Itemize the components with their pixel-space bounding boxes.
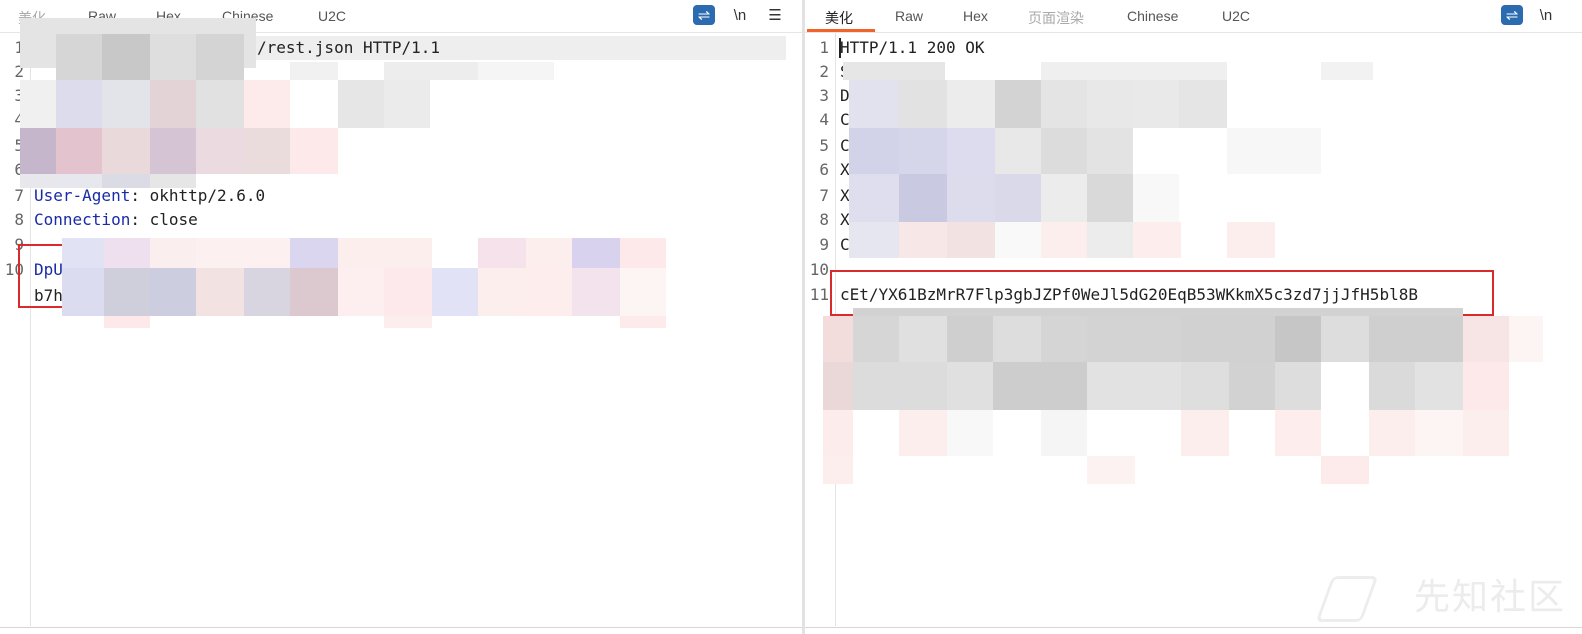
line-number: 5 — [819, 136, 829, 155]
line-number: 11 — [809, 285, 829, 304]
tab-u2c[interactable]: U2C — [1222, 8, 1250, 24]
tab-hex[interactable]: Hex — [963, 8, 988, 24]
menu-icon[interactable]: ☰ — [764, 5, 786, 25]
pane-bottom-border — [805, 627, 1582, 628]
response-pane: 美化 Raw Hex 页面渲染 Chinese U2C ⇌ \n 1 2 3 4… — [805, 0, 1582, 634]
wrap-lines-icon[interactable]: ⇌ — [1501, 5, 1523, 25]
header-key: Connection — [34, 210, 131, 229]
newline-toggle-button[interactable]: \n — [729, 5, 751, 25]
line-number: 2 — [819, 62, 829, 81]
tab-chinese[interactable]: Chinese — [1127, 8, 1178, 24]
line-number: 7 — [819, 186, 829, 205]
header-value: : close — [130, 210, 198, 229]
request-pane: 美化 Raw Hex Chinese U2C ⇌ \n ☰ 1 2 3 4 5 … — [0, 0, 802, 634]
line-number: 3 — [819, 86, 829, 105]
active-tab-indicator — [807, 29, 875, 32]
tab-u2c[interactable]: U2C — [318, 8, 346, 24]
line-number: 8 — [819, 210, 829, 229]
newline-toggle-button[interactable]: \n — [1535, 5, 1557, 25]
header-connection[interactable]: Connection: close — [34, 210, 198, 230]
pane-bottom-border — [0, 627, 802, 628]
line-number: 6 — [819, 160, 829, 179]
line-number: 8 — [14, 210, 24, 229]
tab-beautify[interactable]: 美化 — [825, 8, 853, 28]
line-number: 7 — [14, 186, 24, 205]
line-number: 9 — [819, 235, 829, 254]
line-number: 10 — [809, 260, 829, 279]
request-line-text[interactable]: /rest.json HTTP/1.1 — [257, 38, 440, 58]
header-user-agent[interactable]: User-Agent: okhttp/2.6.0 — [34, 186, 265, 206]
tab-render[interactable]: 页面渲染 — [1028, 8, 1084, 28]
header-key: User-Agent — [34, 186, 131, 205]
response-tabbar: 美化 Raw Hex 页面渲染 Chinese U2C ⇌ \n — [805, 0, 1582, 33]
status-line[interactable]: HTTP/1.1 200 OK — [840, 38, 985, 58]
wrap-lines-icon[interactable]: ⇌ — [693, 5, 715, 25]
highlight-box — [18, 244, 66, 308]
tab-raw[interactable]: Raw — [895, 8, 923, 24]
line-number: 1 — [819, 38, 829, 57]
watermark: 先知社区 — [1413, 576, 1566, 617]
header-value: : okhttp/2.6.0 — [130, 186, 266, 205]
watermark-logo-icon — [1315, 576, 1379, 622]
line-number: 4 — [819, 110, 829, 129]
